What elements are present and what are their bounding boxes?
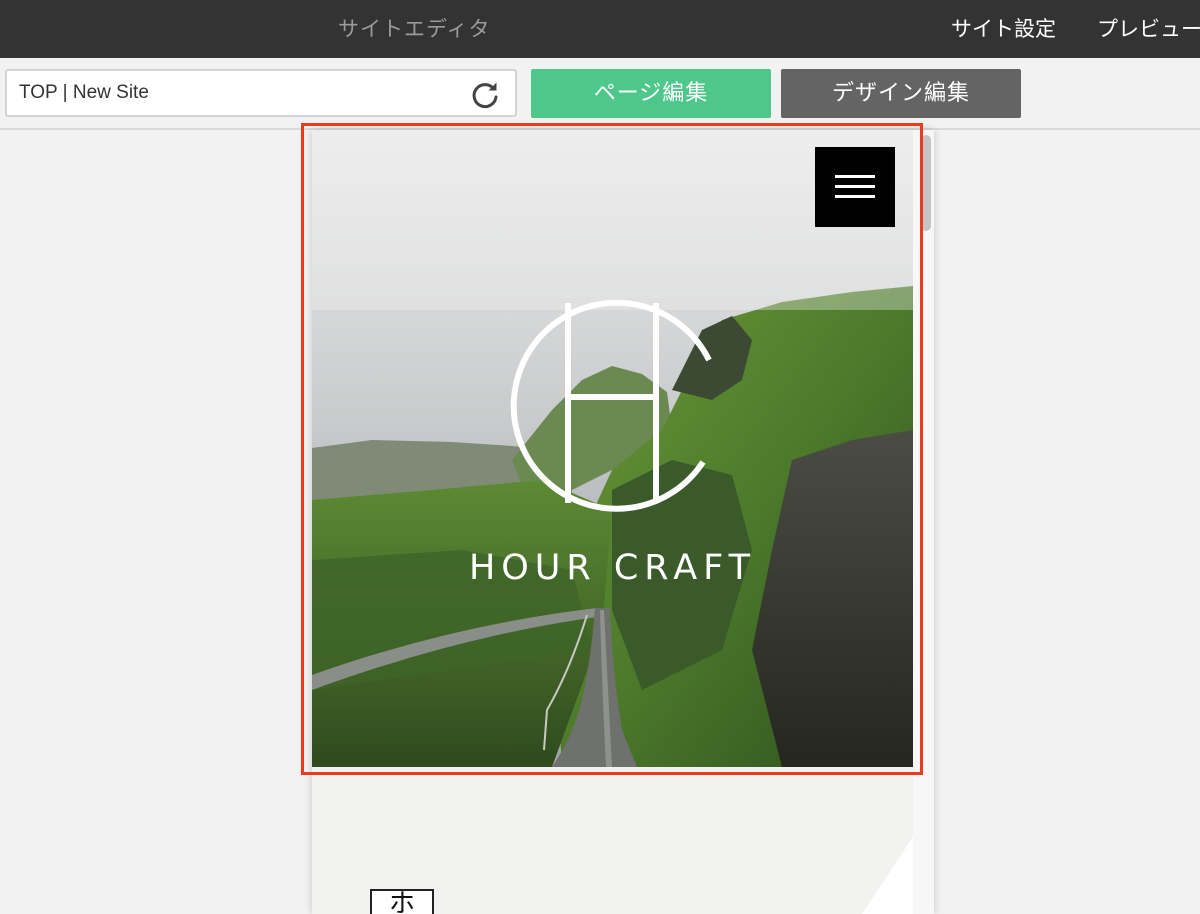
next-section[interactable]: ホ	[312, 777, 913, 914]
section-icon-box: ホ	[370, 889, 434, 914]
hour-craft-logo-icon	[510, 299, 712, 512]
reload-icon[interactable]	[469, 79, 501, 111]
hamburger-menu-icon-line	[835, 185, 875, 188]
top-bar: サイトエディタ サイト設定 プレビュー	[0, 0, 1200, 58]
hamburger-menu-icon	[835, 175, 875, 178]
hamburger-menu-button[interactable]	[815, 147, 895, 227]
section-icon-glyph: ホ	[388, 889, 415, 914]
preview-scrollbar-thumb[interactable]	[921, 135, 931, 231]
hamburger-menu-icon-line	[835, 195, 875, 198]
preview-link[interactable]: プレビュー	[1097, 0, 1200, 58]
site-settings-link[interactable]: サイト設定	[951, 0, 1056, 58]
page-selector-value: TOP | New Site	[19, 82, 149, 103]
logo-text: HOUR CRAFT	[468, 548, 757, 588]
page-selector[interactable]: TOP | New Site	[5, 69, 517, 117]
preview-scrollbar-track[interactable]	[913, 130, 934, 914]
design-edit-button[interactable]: デザイン編集	[781, 69, 1021, 118]
app-title: サイトエディタ	[338, 17, 491, 41]
editor-toolbar: TOP | New Site ページ編集 デザイン編集	[0, 58, 1200, 130]
page-edit-button[interactable]: ページ編集	[531, 69, 771, 118]
